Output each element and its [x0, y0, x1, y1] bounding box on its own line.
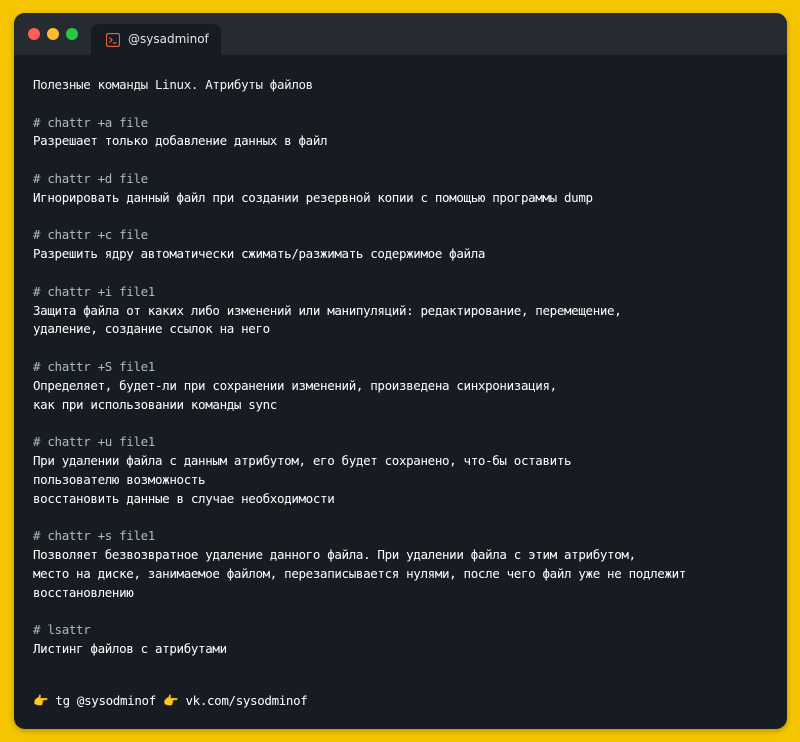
- command-line: # chattr +d file: [33, 170, 148, 186]
- title-bar: @sysadminof: [14, 13, 787, 55]
- command-line: # chattr +a file: [33, 114, 148, 130]
- terminal-icon: [105, 32, 121, 48]
- close-window-button[interactable]: [28, 28, 40, 40]
- command-line: # chattr +c file: [33, 227, 148, 243]
- maximize-window-button[interactable]: [66, 28, 78, 40]
- tab-label: @sysadminof: [128, 32, 209, 46]
- command-description: место на диске, занимаемое файлом, перез…: [33, 565, 686, 581]
- command-block: # chattr +S file1 Определяет, будет-ли пр…: [33, 358, 773, 414]
- tab-sysadminof[interactable]: @sysadminof: [91, 24, 221, 55]
- pointing-hand-icon: 👉: [163, 693, 179, 708]
- command-description: Разрешить ядру автоматически сжимать/раз…: [33, 246, 486, 262]
- command-description: восстановить данные в случае необходимос…: [33, 490, 335, 506]
- minimize-window-button[interactable]: [47, 28, 59, 40]
- command-block: # chattr +c file Разрешить ядру автоматич…: [33, 226, 773, 264]
- command-description: При удалении файла с данным атрибутом, е…: [33, 452, 572, 468]
- command-description: Разрешает только добавление данных в фай…: [33, 133, 328, 149]
- telegram-link[interactable]: tg @sysodminof: [55, 693, 156, 708]
- command-block: # chattr +u file1 При удалении файла с да…: [33, 433, 773, 508]
- command-block: # chattr +s file1 Позволяет безвозвратное…: [33, 527, 773, 602]
- command-list: # chattr +a file Разрешает только добавле…: [33, 114, 773, 659]
- terminal-window: @sysadminof Полезные команды Linux. Атри…: [14, 13, 787, 729]
- command-description: восстановлению: [33, 584, 134, 600]
- vk-link[interactable]: vk.com/sysodminof: [185, 693, 307, 708]
- command-line: # chattr +s file1: [33, 528, 155, 544]
- command-line: # chattr +u file1: [33, 434, 155, 450]
- command-block: # lsattr Листинг файлов с атрибутами: [33, 621, 773, 659]
- command-line: # chattr +S file1: [33, 358, 155, 374]
- command-line: # lsattr: [33, 622, 91, 638]
- terminal-content: Полезные команды Linux. Атрибуты файлов …: [33, 76, 773, 678]
- command-line: # chattr +i file1: [33, 283, 155, 299]
- command-block: # chattr +i file1 Защита файла от каких л…: [33, 283, 773, 339]
- command-description: Листинг файлов с атрибутами: [33, 640, 227, 656]
- page-title: Полезные команды Linux. Атрибуты файлов: [33, 77, 313, 92]
- command-description: пользователю возможность: [33, 471, 206, 487]
- footer-links: 👉 tg @sysodminof 👉 vk.com/sysodminof: [33, 693, 308, 709]
- command-block: # chattr +d file Игнорировать данный файл…: [33, 170, 773, 208]
- command-description: как при использовании команды sync: [33, 396, 277, 412]
- command-description: Игнорировать данный файл при создании ре…: [33, 189, 593, 205]
- command-description: Защита файла от каких либо изменений или…: [33, 302, 622, 318]
- command-description: Позволяет безвозвратное удаление данного…: [33, 546, 636, 562]
- command-description: Определяет, будет-ли при сохранении изме…: [33, 377, 557, 393]
- pointing-hand-icon: 👉: [33, 693, 49, 708]
- command-description: удаление, создание ссылок на него: [33, 321, 270, 337]
- command-block: # chattr +a file Разрешает только добавле…: [33, 114, 773, 152]
